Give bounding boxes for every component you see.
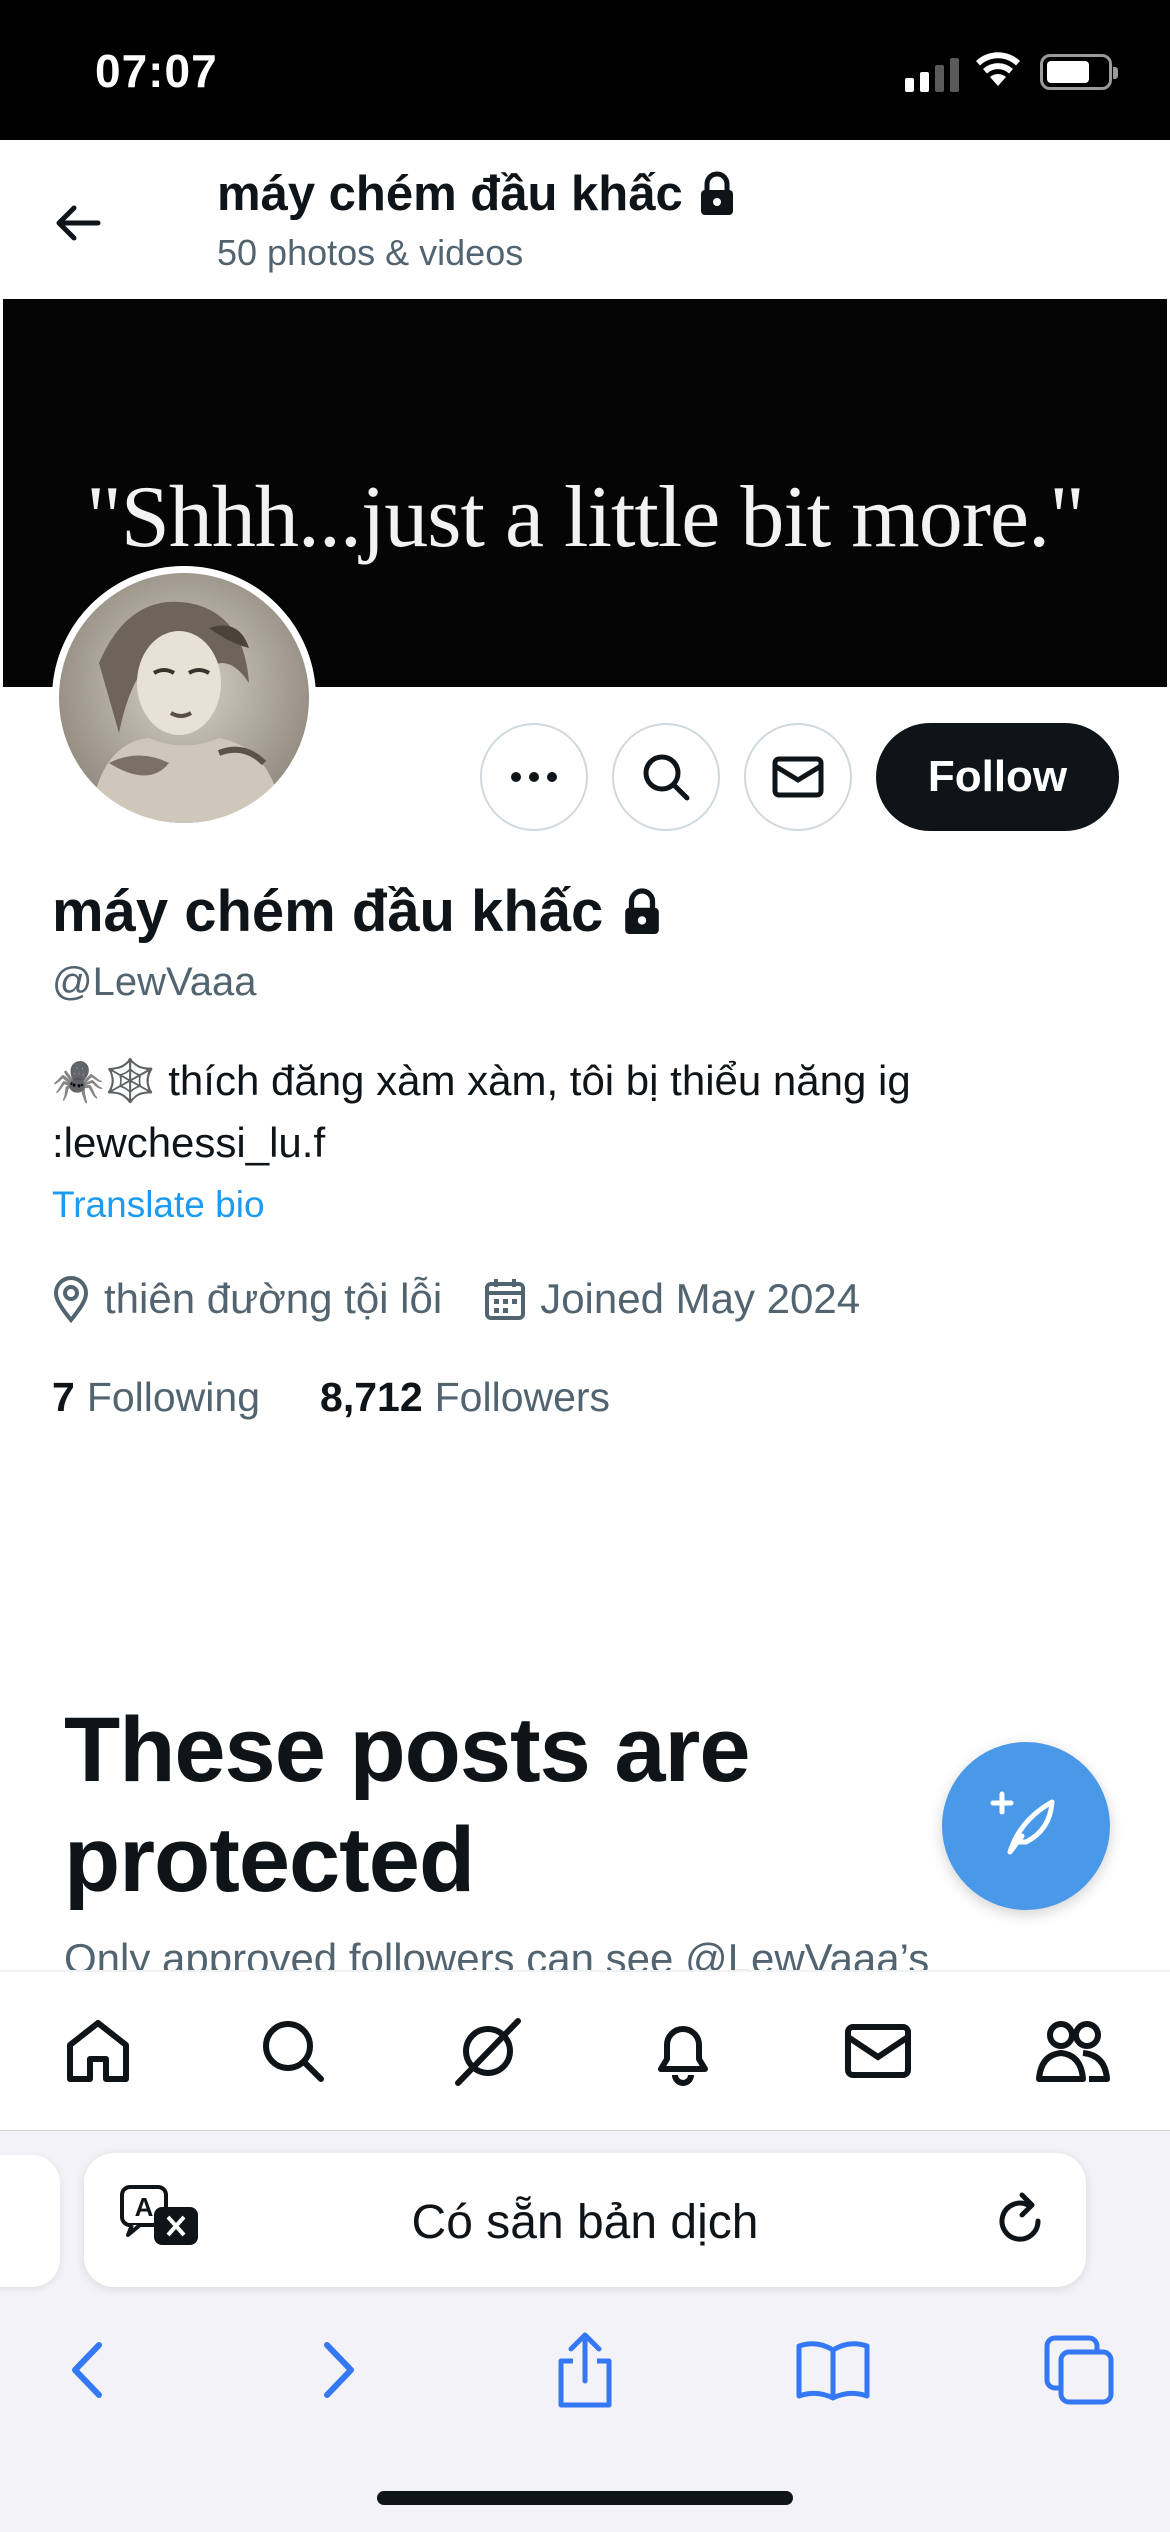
reload-icon[interactable] — [992, 2189, 1050, 2251]
profile-meta: thiên đường tội lỗi Joined May 2024 — [52, 1275, 902, 1323]
cellular-signal-icon — [905, 52, 959, 92]
header-name: máy chém đầu khấc — [217, 167, 683, 221]
avatar-image — [59, 573, 309, 823]
home-indicator — [377, 2491, 793, 2505]
profile-name: máy chém đầu khấc — [52, 879, 604, 944]
following-link[interactable]: 7 Following — [52, 1374, 260, 1421]
location-item: thiên đường tội lỗi — [52, 1275, 442, 1323]
tab-notifications[interactable] — [585, 1972, 780, 2130]
profile-bio: 🕷️🕸️ thích đăng xàm xàm, tôi bị thiểu nă… — [52, 1050, 1132, 1174]
compose-post-button[interactable] — [942, 1742, 1110, 1910]
share-button[interactable] — [530, 2320, 640, 2420]
bookmarks-button[interactable] — [778, 2320, 888, 2420]
share-icon — [558, 2332, 612, 2408]
wifi-icon — [976, 52, 1020, 86]
tab-home[interactable] — [0, 1972, 195, 2130]
bottom-tab-bar — [0, 1970, 1170, 2130]
more-icon — [511, 772, 557, 782]
lock-icon — [625, 887, 660, 934]
previous-tab-preview[interactable] — [0, 2155, 60, 2287]
protected-title-line: These posts are — [64, 1699, 751, 1801]
book-icon — [796, 2341, 870, 2401]
tab-communities[interactable] — [975, 1972, 1170, 2130]
translation-available-text: Có sẵn bản dịch — [411, 2196, 759, 2249]
tabs-icon — [1044, 2335, 1114, 2405]
following-label: Following — [86, 1374, 261, 1420]
profile-handle: @LewVaaa — [52, 960, 257, 1004]
translate-bio-link[interactable]: Translate bio — [52, 1184, 265, 1226]
tab-search[interactable] — [195, 1972, 390, 2130]
translation-address-bar[interactable]: A Có sẵn bản dịch — [84, 2153, 1086, 2287]
battery-icon — [1040, 54, 1118, 90]
tabs-button[interactable] — [1024, 2320, 1134, 2420]
followers-link[interactable]: 8,712 Followers — [320, 1374, 610, 1421]
location-pin-icon — [53, 1276, 89, 1323]
browser-forward-button[interactable] — [284, 2320, 394, 2420]
location-text: thiên đường tội lỗi — [104, 1275, 443, 1322]
search-icon — [643, 754, 690, 801]
lock-icon — [700, 171, 733, 215]
joined-item: Joined May 2024 — [484, 1275, 860, 1323]
follow-button[interactable]: Follow — [876, 723, 1119, 831]
protected-title: These posts are protected — [64, 1695, 864, 1915]
bio-line: :lewchessi_lu.f — [52, 1119, 326, 1166]
followers-count: 8,712 — [320, 1374, 423, 1420]
banner-quote: "Shhh...just a little bit more." — [85, 469, 1085, 566]
profile-name-row: máy chém đầu khấc — [52, 878, 663, 945]
search-icon — [262, 2021, 324, 2082]
tab-grok[interactable] — [390, 1972, 585, 2130]
header-subtitle: 50 photos & videos — [217, 232, 524, 273]
calendar-icon — [485, 1279, 526, 1320]
profile-header: máy chém đầu khấc 50 photos & videos — [0, 140, 1170, 300]
following-count: 7 — [52, 1374, 75, 1420]
follow-counts: 7 Following 8,712 Followers — [52, 1374, 670, 1421]
joined-text: Joined May 2024 — [540, 1275, 861, 1322]
status-time: 07:07 — [95, 45, 218, 97]
messages-icon — [844, 2024, 911, 2078]
bio-line: 🕷️🕸️ thích đăng xàm xàm, tôi bị thiểu nă… — [52, 1057, 911, 1104]
avatar[interactable] — [52, 566, 316, 830]
mail-icon — [772, 756, 824, 798]
header-title: máy chém đầu khấc — [217, 166, 737, 222]
more-options-button[interactable] — [480, 723, 588, 831]
notifications-icon — [657, 2026, 708, 2086]
protected-title-line: protected — [64, 1809, 475, 1911]
browser-back-button[interactable] — [32, 2320, 142, 2420]
compose-feather-icon — [990, 1791, 1055, 1855]
grok-icon — [454, 2018, 521, 2086]
communities-icon — [1035, 2021, 1110, 2082]
tab-messages[interactable] — [780, 1972, 975, 2130]
back-arrow-icon[interactable] — [50, 195, 106, 251]
message-button[interactable] — [744, 723, 852, 831]
chevron-right-icon — [324, 2342, 354, 2398]
home-icon — [66, 2020, 129, 2082]
status-bar: 07:07 — [0, 0, 1170, 140]
search-profile-button[interactable] — [612, 723, 720, 831]
chevron-left-icon — [72, 2342, 102, 2398]
followers-label: Followers — [434, 1374, 611, 1420]
